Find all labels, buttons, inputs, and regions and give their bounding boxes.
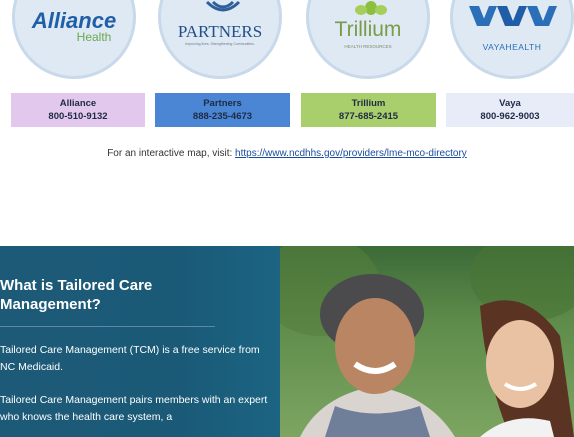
- tcm-panel: What is Tailored Care Management? Tailor…: [0, 246, 574, 437]
- tcm-photo: [260, 246, 574, 437]
- contact-partners-name: Partners: [203, 98, 242, 109]
- contact-trillium: Trillium 877-685-2415: [301, 93, 436, 127]
- contact-vaya-phone: 800-962-9003: [480, 111, 540, 122]
- partners-logo: PARTNERS Improving lives. Strengthening …: [158, 0, 282, 79]
- contact-vaya-name: Vaya: [499, 98, 521, 109]
- alliance-logo: Alliance Health: [12, 0, 136, 79]
- contact-alliance-phone: 800-510-9132: [48, 111, 108, 122]
- trillium-flower-icon: [355, 1, 387, 15]
- contact-partners: Partners 888-235-4673: [155, 93, 290, 127]
- trillium-logo: Trillium HEALTH RESOURCES: [306, 0, 430, 79]
- map-directory-link[interactable]: https://www.ncdhhs.gov/providers/lme-mco…: [235, 148, 467, 159]
- tcm-paragraph-2: Tailored Care Management pairs members w…: [0, 394, 268, 423]
- vaya-mark-icon: [469, 6, 557, 26]
- tcm-paragraph-1: Tailored Care Management (TCM) is a free…: [0, 344, 260, 373]
- contact-alliance: Alliance 800-510-9132: [11, 93, 145, 127]
- tcm-divider: [0, 326, 215, 327]
- interactive-map-text: For an interactive map, visit:: [107, 148, 233, 159]
- partners-mark-icon: [205, 0, 241, 12]
- partners-logo-tagline: Improving lives. Strengthening Communiti…: [185, 42, 255, 46]
- tcm-title: What is Tailored Care Management?: [0, 277, 153, 313]
- tcm-text-panel: What is Tailored Care Management? Tailor…: [0, 246, 300, 437]
- contact-trillium-phone: 877-685-2415: [338, 111, 399, 122]
- contact-partners-phone: 888-235-4673: [192, 111, 253, 122]
- contact-alliance-name: Alliance: [59, 98, 97, 109]
- contact-trillium-name: Trillium: [351, 98, 386, 109]
- two-women-photo-illustration: [260, 246, 574, 437]
- interactive-map-line: For an interactive map, visit: https://w…: [0, 148, 574, 159]
- trillium-logo-name: Trillium: [334, 18, 402, 41]
- vaya-logo: VAYAHEALTH: [450, 0, 574, 79]
- contact-vaya: Vaya 800-962-9003: [446, 93, 574, 127]
- partners-logo-name: PARTNERS: [177, 22, 263, 41]
- trillium-logo-sub: HEALTH RESOURCES: [344, 44, 392, 49]
- alliance-logo-sub: Health: [76, 30, 112, 44]
- vaya-logo-name: VAYAHEALTH: [482, 42, 542, 52]
